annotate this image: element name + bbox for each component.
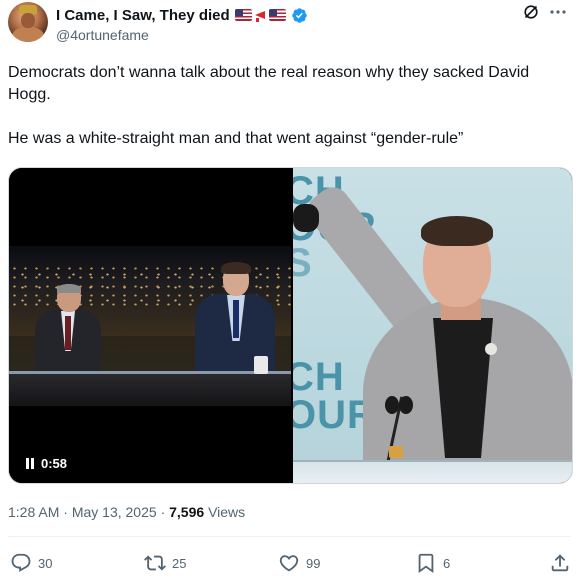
video-mug [254,356,268,374]
tweet-text: Democrats don’t wanna talk about the rea… [8,62,568,150]
reply-count: 30 [38,555,53,571]
tweet-paragraph: Democrats don’t wanna talk about the rea… [8,64,530,103]
avatar-face [21,13,35,28]
verified-badge-icon [291,7,307,23]
views-count: 7,596 [169,504,205,520]
name-row: I Came, I Saw, They died [56,5,308,25]
tweet-date[interactable]: May 13, 2025 [72,504,157,520]
video-player[interactable]: 0:58 [9,168,291,483]
grok-icon[interactable] [523,4,539,20]
more-icon[interactable] [549,4,567,20]
tweet-time[interactable]: 1:28 AM [8,504,59,520]
repost-button[interactable]: 25 [144,552,186,574]
user-handle[interactable]: @4ortunefame [56,27,149,43]
share-button[interactable] [549,552,571,574]
bookmark-count: 6 [443,555,451,571]
display-name[interactable]: I Came, I Saw, They died [56,7,230,24]
repost-count: 25 [172,555,187,571]
photo[interactable]: CH OUR S CH OUR [293,168,572,483]
meta-separator: · [63,504,68,520]
video-desk [9,374,291,406]
microphone-icon [385,396,399,414]
media-grid: 0:58 CH OUR S CH OUR [8,167,573,484]
like-count: 99 [306,555,321,571]
megaphone-icon [254,9,267,22]
avatar[interactable] [8,2,48,42]
photo-fist [293,204,319,232]
video-host-figure [31,284,101,380]
video-frame [9,246,291,406]
like-button[interactable]: 99 [278,552,320,574]
divider [8,536,571,537]
photo-pin [485,343,497,355]
reply-icon [11,553,31,572]
tweet-paragraph: He was a white-straight man and that wen… [8,130,464,147]
avatar-body [12,27,44,42]
tweet-header: I Came, I Saw, They died @4ortunefame [8,0,571,50]
us-flag-icon [234,9,252,21]
us-flag-icon [268,9,286,21]
repost-icon [144,555,166,571]
header-actions [523,4,567,20]
bookmark-button[interactable]: 6 [415,552,450,574]
views-label: Views [208,504,246,520]
action-bar: 30 25 99 6 [8,552,571,576]
name-emojis [234,9,286,22]
photo-podium-light [389,446,403,458]
sign-text: S [293,243,313,283]
photo-podium [293,460,572,483]
photo-hair [421,216,493,246]
reply-button[interactable]: 30 [10,552,52,574]
sign-text: CH [293,355,345,399]
meta-separator: · [160,504,166,520]
microphone-icon [399,396,413,414]
video-playback-control[interactable]: 0:58 [25,456,67,471]
tweet-meta: 1:28 AM · May 13, 2025 · 7,596 Views [8,504,245,520]
like-icon [279,555,299,572]
video-time: 0:58 [41,456,68,471]
bookmark-icon [418,553,434,574]
share-icon [551,554,569,572]
pause-icon[interactable] [25,458,35,469]
